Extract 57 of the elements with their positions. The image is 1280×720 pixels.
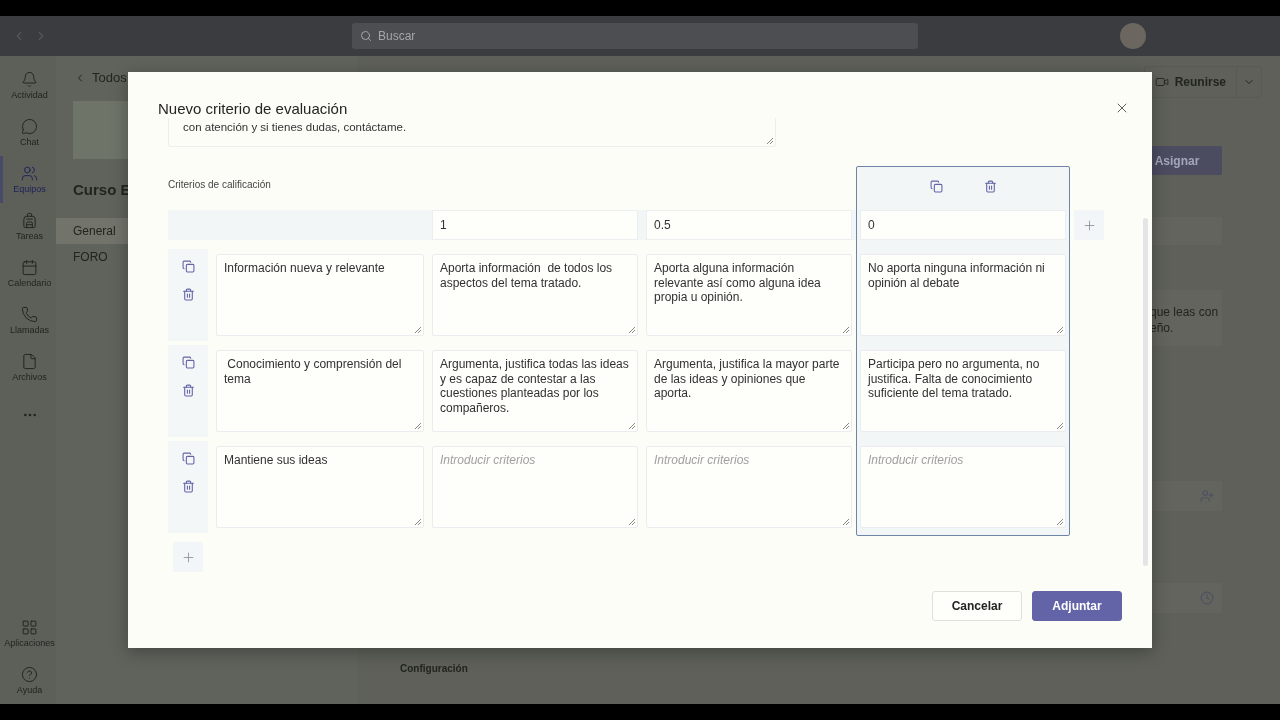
phone-icon <box>21 306 38 323</box>
search-field[interactable]: Buscar <box>352 23 918 49</box>
points-field[interactable]: 1 <box>432 210 638 240</box>
criterion-description-field[interactable]: Aporta información de todos los aspectos del tema tratado. <box>432 254 638 336</box>
apps-grid-icon <box>21 619 38 636</box>
section-label: Configuración <box>400 663 468 674</box>
dialog-title: Nuevo criterio de evaluación <box>158 99 348 117</box>
section-label: Criterios de calificación <box>168 179 271 190</box>
submit-button[interactable]: Adjuntar <box>1032 591 1122 621</box>
backpack-icon <box>21 212 38 229</box>
plus-icon <box>1081 217 1097 233</box>
resize-grip-icon[interactable] <box>628 326 635 333</box>
resize-grip-icon[interactable] <box>414 326 421 333</box>
resize-grip-icon[interactable] <box>1056 518 1063 525</box>
criterion-description-field[interactable]: Introducir criterios <box>432 446 638 528</box>
points-field[interactable]: 0.5 <box>646 210 852 240</box>
rail-item[interactable]: Actividad <box>0 62 56 109</box>
file-icon <box>21 353 38 370</box>
resize-grip-icon[interactable] <box>842 326 849 333</box>
back-link[interactable]: Todos <box>74 70 127 85</box>
plus-icon <box>180 549 196 565</box>
criterion-description-field[interactable]: Introducir criterios <box>860 446 1066 528</box>
resize-grip-icon[interactable] <box>1056 422 1063 429</box>
criterion-description-field[interactable]: Aporta alguna información relevante así como alguna idea propia u opinión. <box>646 254 852 336</box>
team-image-placeholder <box>73 101 129 159</box>
copy-icon[interactable] <box>179 449 197 467</box>
search-icon <box>360 30 372 42</box>
cancel-button[interactable]: Cancelar <box>932 591 1022 621</box>
criterion-field[interactable]: Información nueva y relevante <box>216 254 424 336</box>
scrollbar[interactable] <box>1143 218 1148 566</box>
bell-icon <box>21 71 38 88</box>
resize-grip-icon[interactable] <box>414 518 421 525</box>
points-field[interactable]: 0 <box>860 210 1066 240</box>
resize-grip-icon[interactable] <box>1056 326 1063 333</box>
criterion-description-field[interactable]: Participa pero no argumenta, no justifica. Falta de conocimiento suficiente del tema tratado. <box>860 350 1066 432</box>
chat-bubble-icon <box>21 118 38 135</box>
criterion-description-field[interactable]: No aporta ninguna información ni opinión al debate <box>860 254 1066 336</box>
copy-icon[interactable] <box>179 257 197 275</box>
resize-grip-icon[interactable] <box>766 137 773 144</box>
criterion-field[interactable]: Mantiene sus ideas <box>216 446 424 528</box>
video-camera-icon <box>1154 75 1169 89</box>
resize-grip-icon[interactable] <box>628 518 635 525</box>
description-field[interactable]: con atención y si tienes dudas, contáctame. <box>168 118 776 147</box>
copy-icon[interactable] <box>927 177 945 195</box>
help-icon <box>21 666 38 683</box>
criterion-description-field[interactable]: Argumenta, justifica todas las ideas y es capaz de contestar a las cuestiones planteadas por los compañeros. <box>432 350 638 432</box>
people-icon <box>21 165 38 182</box>
criterion-field[interactable]: Conocimiento y comprensión del tema <box>216 350 424 432</box>
calendar-icon <box>21 259 38 276</box>
resize-grip-icon[interactable] <box>842 422 849 429</box>
resize-grip-icon[interactable] <box>414 422 421 429</box>
resize-grip-icon[interactable] <box>842 518 849 525</box>
criterion-description-field[interactable]: Argumenta, justifica la mayor parte de las ideas y opiniones que aporta. <box>646 350 852 432</box>
avatar[interactable] <box>1120 23 1146 49</box>
criterion-description-field[interactable]: Introducir criterios <box>646 446 852 528</box>
copy-icon[interactable] <box>179 353 197 371</box>
resize-grip-icon[interactable] <box>628 422 635 429</box>
